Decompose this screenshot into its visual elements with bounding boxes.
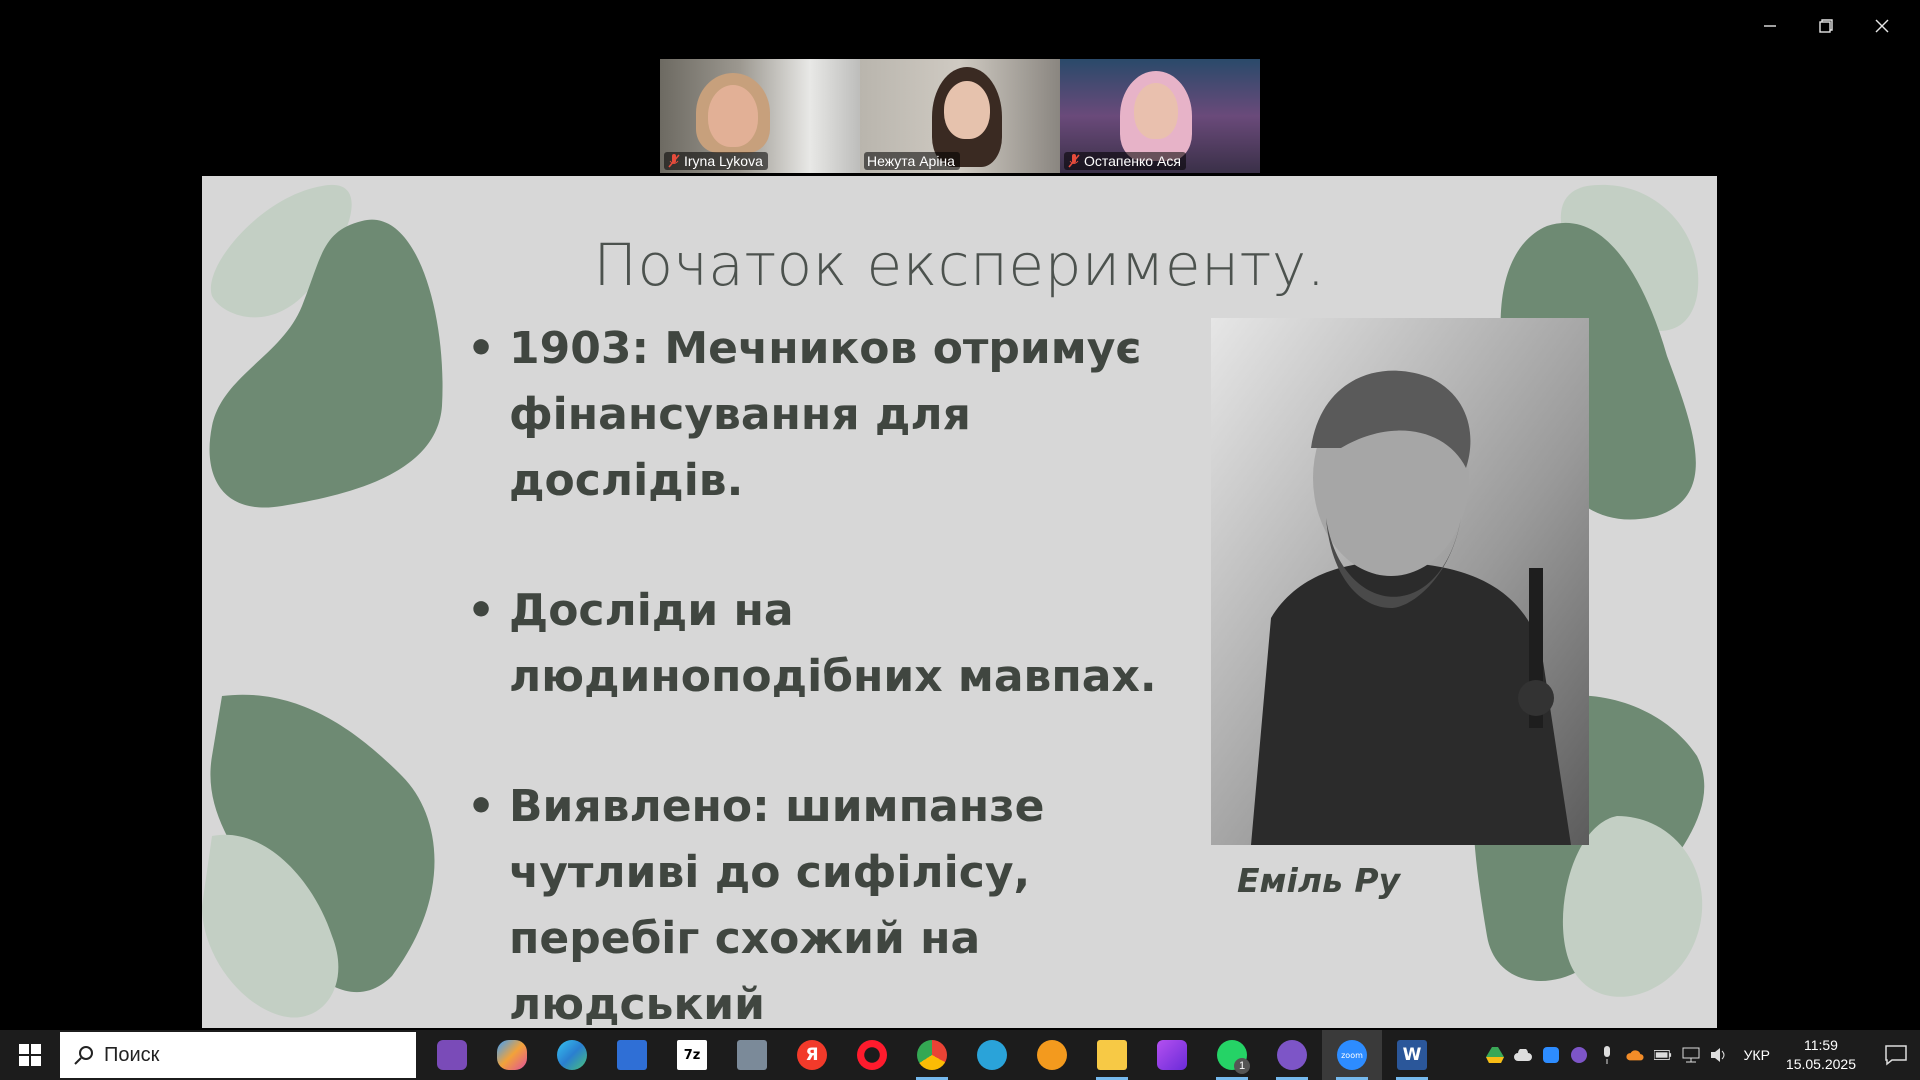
participant-name: Остапенко Ася (1064, 152, 1186, 170)
taskbar-app-winrar[interactable] (422, 1030, 482, 1080)
google-drive-icon[interactable] (1485, 1046, 1504, 1064)
microphone-icon[interactable] (1598, 1046, 1616, 1064)
pinned-apps: 7z Я 1 zoom W (422, 1030, 1442, 1080)
winrar-icon (437, 1040, 467, 1070)
participant-tile[interactable]: Остапенко Ася (1060, 59, 1260, 173)
portrait-photo (1211, 318, 1589, 845)
volume-icon[interactable] (1710, 1046, 1728, 1064)
onedrive-icon[interactable] (1625, 1046, 1644, 1064)
clock[interactable]: 11:59 15.05.2025 (1786, 1036, 1856, 1074)
windows-logo-icon (19, 1044, 41, 1066)
yandex-icon: Я (797, 1040, 827, 1070)
search-icon (74, 1046, 93, 1065)
minimize-button[interactable] (1742, 8, 1798, 44)
opera-icon (857, 1040, 887, 1070)
taskbar-app-calculator[interactable] (722, 1030, 782, 1080)
participant-name: Нежута Аріна (864, 152, 960, 170)
viber-tray-icon[interactable] (1570, 1046, 1588, 1064)
app-icon (977, 1040, 1007, 1070)
chrome-icon (917, 1040, 947, 1070)
start-button[interactable] (0, 1030, 60, 1080)
taskbar-app-zoom[interactable]: zoom (1322, 1030, 1382, 1080)
notification-badge: 1 (1234, 1058, 1250, 1074)
word-icon: W (1397, 1040, 1427, 1070)
battery-icon[interactable] (1653, 1046, 1672, 1064)
taskbar-app-disk[interactable] (602, 1030, 662, 1080)
calculator-icon (737, 1040, 767, 1070)
edge-icon (557, 1040, 587, 1070)
window-controls (1742, 8, 1910, 44)
save-disk-icon (617, 1040, 647, 1070)
copilot-icon (497, 1040, 527, 1070)
viber-icon (1277, 1040, 1307, 1070)
clock-date: 15.05.2025 (1785, 1056, 1856, 1072)
participant-strip: Iryna Lykova Нежута Аріна Остапенко Ася (660, 59, 1260, 173)
slide-title: Початок експерименту. (593, 231, 1326, 299)
taskbar-app-word[interactable]: W (1382, 1030, 1442, 1080)
zoom-icon: zoom (1337, 1040, 1367, 1070)
taskbar-app-opera[interactable] (842, 1030, 902, 1080)
input-language[interactable]: УКР (1744, 1047, 1770, 1063)
participant-face (1134, 83, 1178, 139)
participant-name: Iryna Lykova (664, 152, 768, 170)
participant-face (944, 81, 990, 139)
7zip-icon: 7z (677, 1040, 707, 1070)
taskbar-app-copilot[interactable] (482, 1030, 542, 1080)
notification-center-button[interactable] (1884, 1044, 1908, 1066)
cloud-icon[interactable] (1513, 1046, 1532, 1064)
participant-tile[interactable]: Iryna Lykova (660, 59, 860, 173)
bullet-item: Досліди на людиноподібних мавпах. (467, 578, 1187, 710)
decorative-blob-left (202, 184, 443, 1018)
taskbar-app-viber[interactable] (1262, 1030, 1322, 1080)
taskbar-app-network[interactable] (1022, 1030, 1082, 1080)
close-button[interactable] (1854, 8, 1910, 44)
bullet-item: Виявлено: шимпанзе чутливі до сифілісу, … (467, 774, 1187, 1028)
minimize-icon (1764, 25, 1776, 27)
taskbar-app-explorer[interactable] (1082, 1030, 1142, 1080)
file-explorer-icon (1097, 1040, 1127, 1070)
taskbar-app-generic[interactable] (962, 1030, 1022, 1080)
bullet-item: 1903: Мечников отримує фінансування для … (467, 316, 1187, 514)
participant-face (708, 85, 758, 147)
system-tray: УКР 11:59 15.05.2025 (1485, 1030, 1920, 1080)
restore-icon (1819, 19, 1833, 33)
clock-time: 11:59 (1803, 1037, 1838, 1053)
taskbar-search-box[interactable]: Поиск (60, 1032, 416, 1078)
taskbar-app-chrome[interactable] (902, 1030, 962, 1080)
bullet-list: 1903: Мечников отримує фінансування для … (467, 316, 1187, 1028)
mic-muted-icon (1068, 154, 1080, 168)
taskbar-app-yandex[interactable]: Я (782, 1030, 842, 1080)
taskbar-app-whatsapp[interactable]: 1 (1202, 1030, 1262, 1080)
participant-name-label: Iryna Lykova (684, 153, 763, 169)
taskbar-app-vs[interactable] (1142, 1030, 1202, 1080)
zoom-tray-icon[interactable] (1542, 1046, 1560, 1064)
taskbar-app-7zip[interactable]: 7z (662, 1030, 722, 1080)
notification-icon (1885, 1045, 1907, 1066)
restore-button[interactable] (1798, 8, 1854, 44)
shared-screen-slide: Початок експерименту. 1903: Мечников отр… (202, 176, 1717, 1028)
network-app-icon (1037, 1040, 1067, 1070)
close-icon (1875, 19, 1889, 33)
participant-name-label: Нежута Аріна (867, 153, 955, 169)
participant-tile-active-speaker[interactable]: Нежута Аріна (860, 59, 1060, 173)
search-placeholder: Поиск (104, 1043, 160, 1066)
windows-taskbar: Поиск 7z Я 1 zoom W УКР 11:59 15.05.2025 (0, 1030, 1920, 1080)
network-icon[interactable] (1682, 1046, 1700, 1064)
mic-muted-icon (668, 154, 680, 168)
taskbar-app-edge[interactable] (542, 1030, 602, 1080)
portrait-caption: Еміль Ру (1237, 861, 1401, 900)
visual-studio-icon (1157, 1040, 1187, 1070)
participant-name-label: Остапенко Ася (1084, 153, 1181, 169)
portrait-image (1211, 318, 1589, 845)
